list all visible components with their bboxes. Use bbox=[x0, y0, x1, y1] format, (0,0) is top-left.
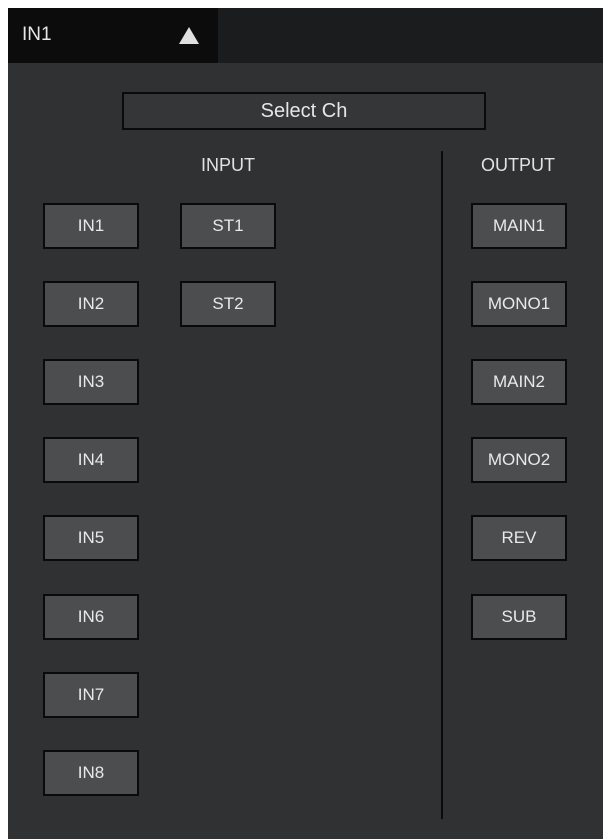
select-ch-button[interactable]: Select Ch bbox=[122, 92, 486, 130]
channel-button-main2[interactable]: MAIN2 bbox=[471, 359, 567, 405]
triangle-up-icon bbox=[179, 27, 199, 44]
channel-button-in2[interactable]: IN2 bbox=[43, 281, 139, 327]
channel-button-in3[interactable]: IN3 bbox=[43, 359, 139, 405]
channel-button-mono2[interactable]: MONO2 bbox=[471, 437, 567, 483]
channel-button-in1[interactable]: IN1 bbox=[43, 203, 139, 249]
channel-button-rev[interactable]: REV bbox=[471, 515, 567, 561]
input-section-label: INPUT bbox=[201, 155, 255, 175]
channel-button-st2[interactable]: ST2 bbox=[180, 281, 276, 327]
section-divider bbox=[441, 151, 443, 819]
channel-button-st1[interactable]: ST1 bbox=[180, 203, 276, 249]
channel-button-in6[interactable]: IN6 bbox=[43, 594, 139, 640]
channel-dropdown[interactable]: IN1 bbox=[8, 8, 218, 63]
channel-button-in5[interactable]: IN5 bbox=[43, 515, 139, 561]
channel-button-in7[interactable]: IN7 bbox=[43, 672, 139, 718]
current-channel-label: IN1 bbox=[22, 24, 52, 45]
channel-button-mono1[interactable]: MONO1 bbox=[471, 281, 567, 327]
channel-select-panel: IN1 Select Ch INPUT OUTPUT IN1 IN2 IN3 I… bbox=[8, 8, 603, 839]
output-section-label: OUTPUT bbox=[481, 155, 555, 175]
channel-button-in4[interactable]: IN4 bbox=[43, 437, 139, 483]
channel-button-sub[interactable]: SUB bbox=[471, 594, 567, 640]
channel-button-main1[interactable]: MAIN1 bbox=[471, 203, 567, 249]
top-bar: IN1 bbox=[8, 8, 603, 63]
channel-button-in8[interactable]: IN8 bbox=[43, 750, 139, 796]
